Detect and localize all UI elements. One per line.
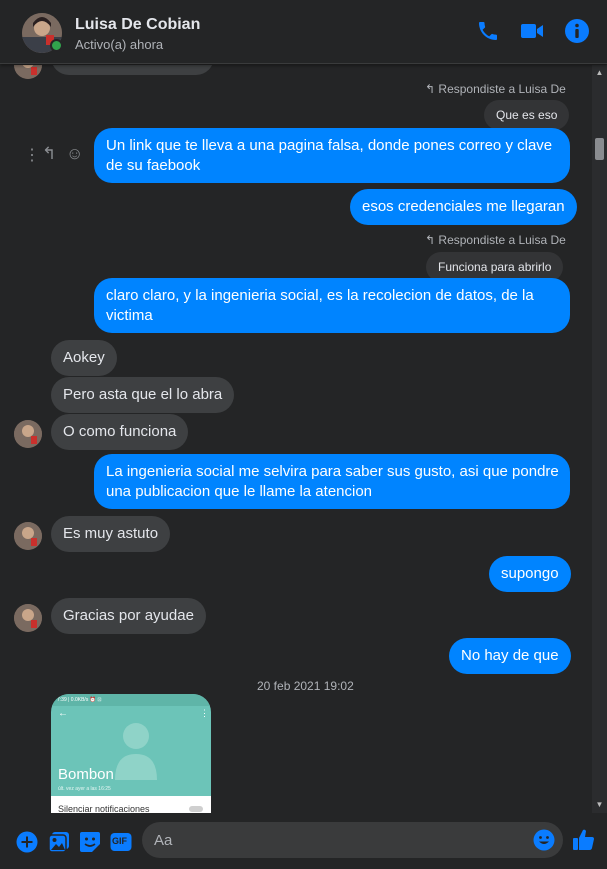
message-composer: GIF (0, 813, 607, 869)
photo-last-seen: últ. vez ayer a las 16:25 (58, 786, 111, 792)
reply-icon[interactable]: ↰ (42, 144, 56, 164)
message-line: de su faebook (106, 157, 201, 174)
contact-mini-avatar (14, 420, 42, 448)
scrollbar-thumb[interactable] (595, 138, 604, 160)
gif-button[interactable]: GIF (109, 830, 133, 854)
video-camera-icon (521, 24, 543, 38)
message-line: victima (106, 307, 153, 324)
more-actions-button[interactable] (15, 830, 39, 854)
message-bubble-incoming[interactable]: Aokey (51, 340, 117, 376)
contact-mini-avatar (14, 604, 42, 632)
send-like-button[interactable] (572, 828, 596, 852)
message-bubble-incoming[interactable]: Pero asta que el lo abra (51, 377, 235, 413)
online-status-indicator (50, 39, 63, 52)
react-emoji-icon[interactable]: ☺ (66, 144, 83, 164)
contact-mini-avatar (14, 65, 42, 79)
message-actions: ⋮ ↰ ☺ (22, 144, 88, 165)
emoji-picker-button[interactable] (533, 829, 555, 851)
message-line: claro claro, y la ingenieria social, es … (106, 287, 534, 304)
video-call-button[interactable] (519, 18, 545, 44)
message-bubble-outgoing[interactable]: Un link que te lleva a una pagina falsa,… (94, 128, 570, 183)
scroll-down-arrow-icon[interactable]: ▼ (593, 799, 606, 811)
message-bubble-outgoing[interactable]: La ingenieria social me selvira para sab… (94, 454, 570, 509)
message-bubble-outgoing[interactable]: esos credenciales me llegaran (350, 189, 577, 225)
photo-back-arrow-icon: ← (58, 708, 68, 719)
photo-toggle-icon (189, 806, 203, 812)
message-timestamp: 20 feb 2021 19:02 (257, 679, 354, 693)
contact-mini-avatar (14, 522, 42, 550)
quoted-message[interactable]: Que es eso (484, 100, 570, 130)
gif-label: GIF (112, 836, 127, 846)
reply-label-text: Respondiste a Luisa De (438, 233, 566, 247)
reply-indicator: ↰ Respondiste a Luisa De (425, 233, 566, 247)
message-line: una publicacion que le llame la atencion (106, 483, 373, 500)
message-bubble-outgoing[interactable]: No hay de que (449, 638, 571, 674)
conversation-info-button[interactable] (564, 18, 590, 44)
photo-phone-statusbar: 7:39 | 0.0KB/s ⏰ ⊡ (51, 694, 211, 706)
contact-name[interactable]: Luisa De Cobian (75, 16, 200, 34)
message-bubble-outgoing[interactable]: supongo (489, 556, 571, 592)
message-bubble-outgoing[interactable]: claro claro, y la ingenieria social, es … (94, 278, 570, 333)
emoji-icon (533, 829, 555, 851)
voice-call-button[interactable] (475, 18, 501, 44)
message-line: Un link que te lleva a una pagina falsa,… (106, 137, 553, 154)
info-icon (565, 19, 589, 43)
photo-contact-name: Bombon (58, 766, 114, 783)
message-input[interactable] (142, 822, 563, 858)
thumbs-up-icon (573, 829, 594, 850)
scroll-up-arrow-icon[interactable]: ▲ (593, 67, 606, 79)
sticker-button[interactable] (78, 830, 102, 854)
chat-scrollbar[interactable] (592, 65, 607, 813)
photo-profile-placeholder-icon (115, 723, 157, 780)
reply-arrow-icon: ↰ (425, 82, 436, 96)
message-bubble-incoming[interactable]: Gracias por ayudae (51, 598, 206, 634)
image-icon (48, 832, 69, 853)
reply-indicator: ↰ Respondiste a Luisa De (425, 82, 566, 96)
reply-arrow-icon: ↰ (425, 233, 436, 247)
contact-active-status: Activo(a) ahora (75, 37, 164, 52)
message-bubble-incoming-partial[interactable] (51, 65, 214, 75)
reply-label-text: Respondiste a Luisa De (438, 82, 566, 96)
message-line: La ingenieria social me selvira para sab… (106, 463, 559, 480)
plus-circle-icon (16, 831, 38, 853)
more-options-icon[interactable]: ⋮ (24, 145, 40, 165)
sticker-icon (80, 832, 100, 852)
phone-icon (479, 22, 497, 40)
attach-photo-button[interactable] (47, 830, 71, 854)
message-bubble-incoming[interactable]: Es muy astuto (51, 516, 171, 552)
photo-kebab-icon: ⋮ (200, 708, 209, 718)
conversation-header: Luisa De Cobian Activo(a) ahora (0, 0, 607, 64)
message-bubble-incoming[interactable]: O como funciona (51, 414, 189, 450)
